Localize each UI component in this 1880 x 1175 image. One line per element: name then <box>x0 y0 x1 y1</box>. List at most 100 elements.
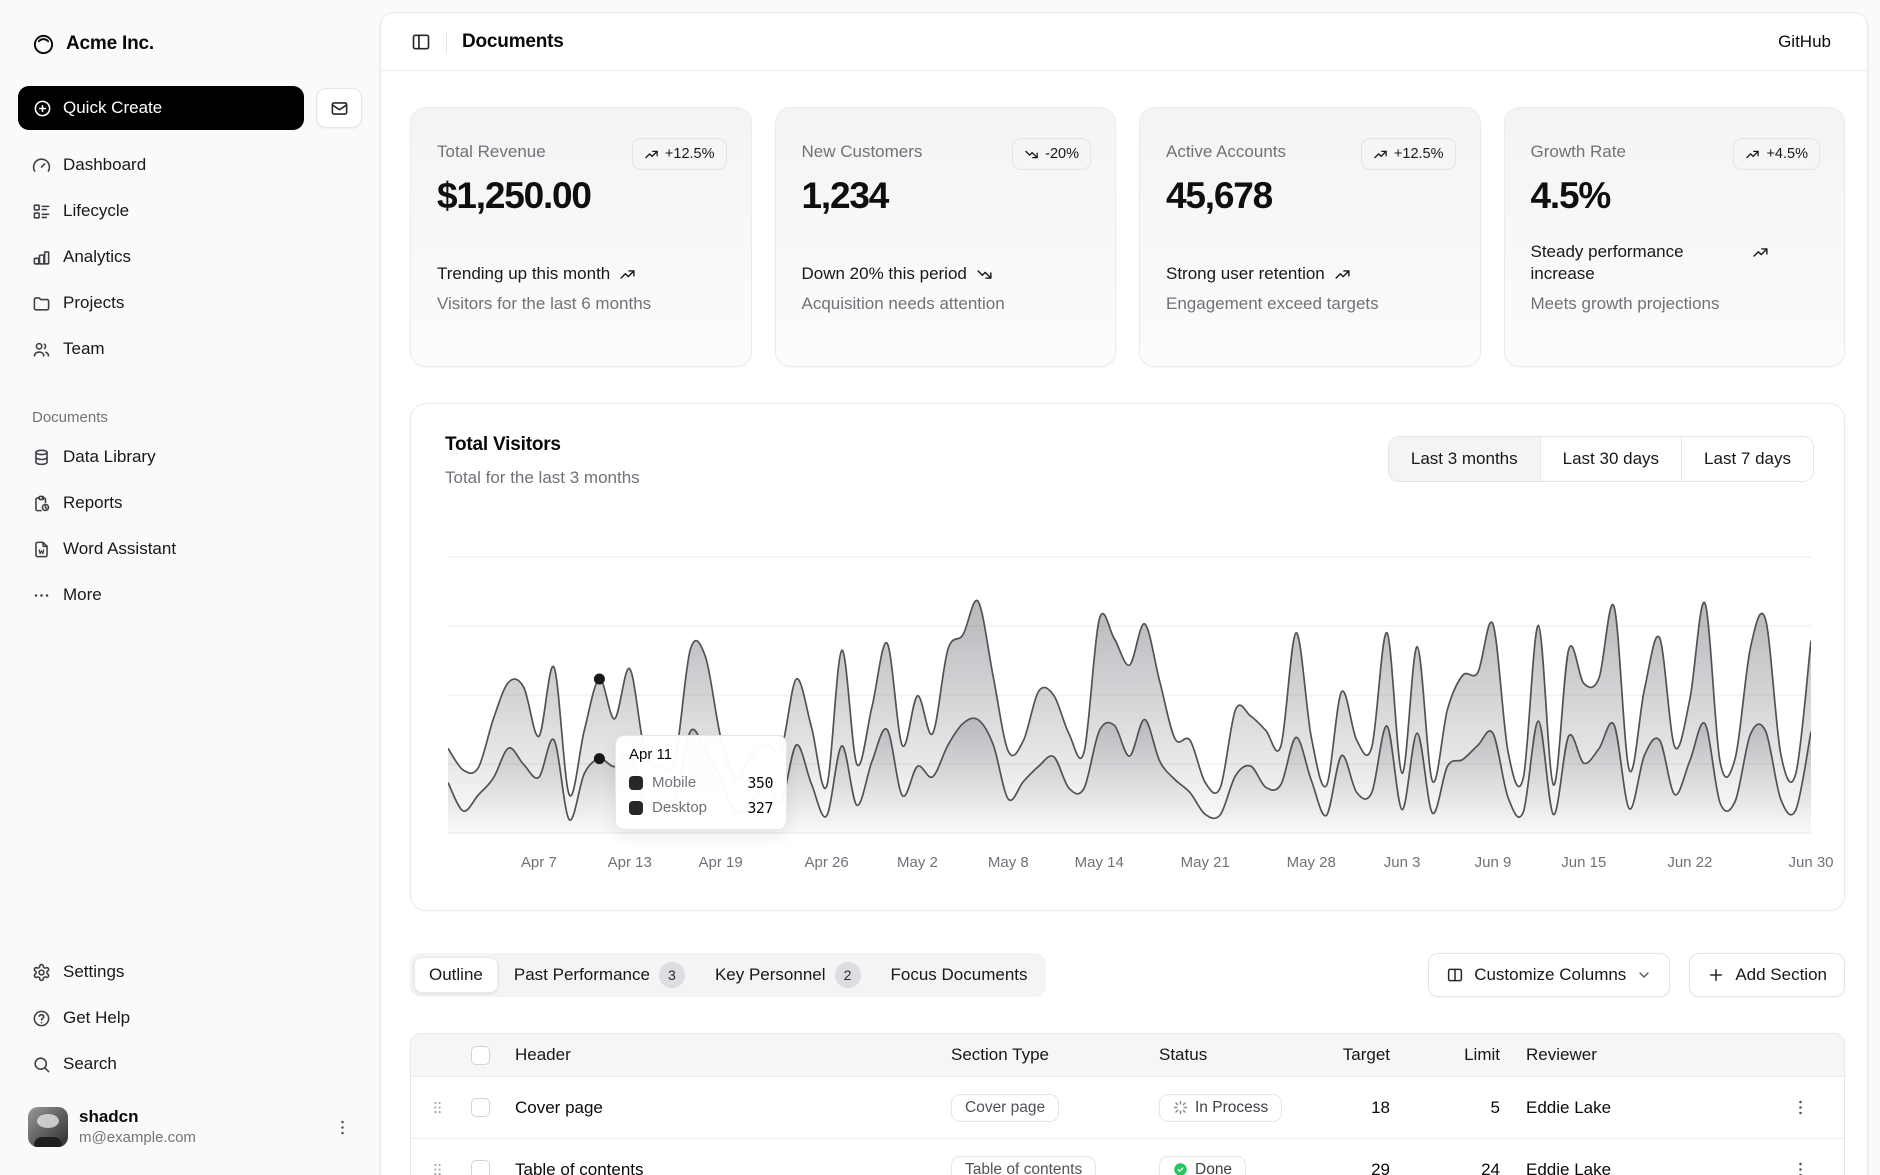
status-badge: In Process <box>1159 1094 1282 1122</box>
stat-subtext: Meets growth projections <box>1531 294 1819 314</box>
ellipsis-icon <box>32 586 51 605</box>
tab-focus-documents[interactable]: Focus Documents <box>877 957 1042 993</box>
sidebar-item-get-help[interactable]: Get Help <box>18 995 362 1041</box>
row-checkbox[interactable] <box>471 1098 490 1117</box>
chevron-down-icon <box>1636 967 1652 983</box>
row-reviewer[interactable]: Eddie Lake <box>1518 1160 1768 1175</box>
row-menu-icon[interactable] <box>1791 1098 1810 1117</box>
sidebar-item-label: Lifecycle <box>63 201 129 221</box>
sidebar-item-settings[interactable]: Settings <box>18 949 362 995</box>
sidebar-item-label: Data Library <box>63 447 156 467</box>
sidebar-item-label: Settings <box>63 962 124 982</box>
row-limit[interactable]: 5 <box>1408 1098 1518 1118</box>
header-divider <box>446 31 447 53</box>
row-reviewer[interactable]: Eddie Lake <box>1518 1098 1768 1118</box>
sidebar: Acme Inc. Quick Create Dashboard Lifecyc… <box>0 0 380 1175</box>
github-link[interactable]: GitHub <box>1778 32 1831 52</box>
row-header[interactable]: Table of contents <box>507 1160 943 1175</box>
tooltip-date: Apr 11 <box>629 746 773 763</box>
x-tick-label: Jun 9 <box>1475 854 1512 871</box>
main-panel: Documents GitHub Total Revenue +12.5% $1… <box>380 12 1868 1175</box>
customize-columns-button[interactable]: Customize Columns <box>1428 953 1670 997</box>
select-all-checkbox[interactable] <box>471 1046 490 1065</box>
avatar <box>28 1107 68 1147</box>
page-header: Documents GitHub <box>381 13 1867 71</box>
row-checkbox[interactable] <box>471 1160 490 1175</box>
user-menu-icon[interactable] <box>333 1118 352 1137</box>
stat-subtext: Acquisition needs attention <box>802 294 1090 314</box>
stat-card-active-accounts: Active Accounts +12.5% 45,678 Strong use… <box>1139 107 1481 367</box>
chart-title: Total Visitors <box>445 434 561 456</box>
file-word-icon <box>32 540 51 559</box>
trending-up-icon <box>1745 147 1760 162</box>
range-toggle-group: Last 3 months Last 30 days Last 7 days <box>1388 436 1814 482</box>
row-menu-icon[interactable] <box>1791 1160 1810 1175</box>
trending-up-icon <box>1334 266 1351 283</box>
col-header: Header <box>507 1045 943 1065</box>
check-circle-icon <box>1173 1162 1188 1175</box>
x-tick-label: Apr 19 <box>698 854 742 871</box>
stat-headline: Strong user retention <box>1166 263 1454 285</box>
sidebar-item-label: Team <box>63 339 105 359</box>
x-tick-label: Jun 30 <box>1788 854 1833 871</box>
quick-create-button[interactable]: Quick Create <box>18 86 304 130</box>
sidebar-item-label: More <box>63 585 102 605</box>
sidebar-item-word-assistant[interactable]: Word Assistant <box>18 526 362 572</box>
sections-tabs: Outline Past Performance3 Key Personnel2… <box>410 953 1046 997</box>
page-title: Documents <box>462 31 564 53</box>
user-menu[interactable]: shadcn m@example.com <box>18 1099 362 1155</box>
row-target[interactable]: 29 <box>1343 1160 1408 1175</box>
row-target[interactable]: 18 <box>1343 1098 1408 1118</box>
bar-chart-icon <box>32 248 51 267</box>
users-icon <box>32 340 51 359</box>
tab-outline[interactable]: Outline <box>414 957 498 993</box>
inbox-button[interactable] <box>316 88 362 128</box>
gauge-icon <box>32 156 51 175</box>
sidebar-item-lifecycle[interactable]: Lifecycle <box>18 188 362 234</box>
quick-create-label: Quick Create <box>63 98 162 118</box>
drag-handle-icon[interactable] <box>429 1099 446 1116</box>
trending-down-icon <box>1024 147 1039 162</box>
sidebar-item-label: Analytics <box>63 247 131 267</box>
section-type-badge: Table of contents <box>951 1156 1096 1175</box>
sidebar-item-label: Projects <box>63 293 124 313</box>
x-tick-label: May 28 <box>1287 854 1336 871</box>
mail-icon <box>330 99 349 118</box>
stat-value: 1,234 <box>802 174 1090 218</box>
sidebar-item-team[interactable]: Team <box>18 326 362 372</box>
brand-name: Acme Inc. <box>66 33 154 55</box>
trending-up-icon <box>1752 244 1769 261</box>
table-row: Table of contents Table of contents Done… <box>411 1138 1844 1175</box>
tab-past-performance[interactable]: Past Performance3 <box>500 957 699 993</box>
range-last-7-days[interactable]: Last 7 days <box>1681 437 1813 481</box>
add-section-button[interactable]: Add Section <box>1689 953 1845 997</box>
sidebar-item-search[interactable]: Search <box>18 1041 362 1087</box>
tab-count-badge: 2 <box>835 962 861 988</box>
sidebar-item-more[interactable]: More <box>18 572 362 618</box>
stat-headline: Steady performance increase <box>1531 241 1819 285</box>
sidebar-item-label: Word Assistant <box>63 539 176 559</box>
x-tick-label: May 2 <box>897 854 938 871</box>
loader-icon <box>1173 1100 1188 1115</box>
row-header[interactable]: Cover page <box>507 1098 943 1118</box>
x-tick-label: Jun 22 <box>1667 854 1712 871</box>
sidebar-item-dashboard[interactable]: Dashboard <box>18 142 362 188</box>
sidebar-item-projects[interactable]: Projects <box>18 280 362 326</box>
brand[interactable]: Acme Inc. <box>18 24 362 64</box>
range-last-30-days[interactable]: Last 30 days <box>1540 437 1681 481</box>
stat-cards: Total Revenue +12.5% $1,250.00 Trending … <box>410 107 1845 367</box>
chart-subtitle: Total for the last 3 months <box>445 468 640 488</box>
sidebar-item-label: Get Help <box>63 1008 130 1028</box>
drag-handle-icon[interactable] <box>429 1161 446 1175</box>
tab-key-personnel[interactable]: Key Personnel2 <box>701 957 875 993</box>
sections-table: Header Section Type Status Target Limit … <box>410 1033 1845 1175</box>
sidebar-item-analytics[interactable]: Analytics <box>18 234 362 280</box>
x-tick-label: Jun 15 <box>1561 854 1606 871</box>
col-status: Status <box>1151 1045 1343 1065</box>
row-limit[interactable]: 24 <box>1408 1160 1518 1175</box>
sidebar-toggle-icon[interactable] <box>411 32 431 52</box>
range-last-3-months[interactable]: Last 3 months <box>1389 437 1540 481</box>
search-icon <box>32 1055 51 1074</box>
sidebar-item-reports[interactable]: Reports <box>18 480 362 526</box>
sidebar-item-data-library[interactable]: Data Library <box>18 434 362 480</box>
